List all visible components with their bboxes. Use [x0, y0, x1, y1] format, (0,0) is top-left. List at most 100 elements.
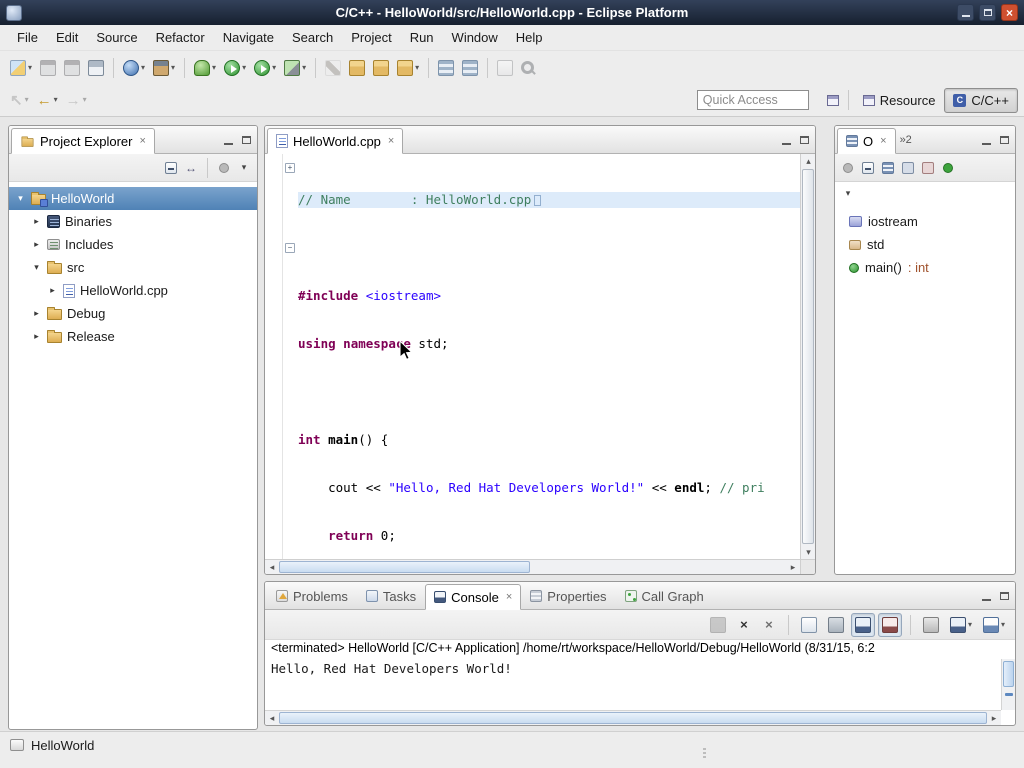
scroll-up-icon[interactable]: ▴: [801, 154, 816, 168]
menu-window[interactable]: Window: [443, 26, 507, 49]
scroll-lock-button[interactable]: [824, 613, 848, 637]
minimize-panel-button[interactable]: [977, 587, 995, 605]
save-all-button[interactable]: [60, 56, 84, 80]
minimize-panel-button[interactable]: [777, 131, 795, 149]
close-icon[interactable]: ×: [139, 136, 145, 147]
link-with-editor-button[interactable]: ↔: [182, 159, 200, 177]
code-line-6[interactable]: int main() {: [298, 432, 800, 448]
close-icon[interactable]: ×: [880, 136, 886, 147]
maximize-panel-button[interactable]: [995, 587, 1013, 605]
tab-problems[interactable]: Problems: [267, 583, 357, 609]
menu-refactor[interactable]: Refactor: [147, 26, 214, 49]
expander-icon[interactable]: ▸: [47, 285, 58, 296]
hide-fields-button[interactable]: [899, 159, 917, 177]
scrollbar-thumb[interactable]: [802, 169, 814, 544]
tab-console[interactable]: Console ×: [425, 584, 521, 610]
back-history-button[interactable]: ←▾: [33, 89, 62, 112]
outline-item-iostream[interactable]: iostream: [835, 210, 1015, 233]
maximize-panel-button[interactable]: [795, 131, 813, 149]
search-button[interactable]: [517, 57, 538, 78]
link-with-editor-button[interactable]: [493, 56, 517, 80]
expander-icon[interactable]: ▾: [31, 262, 42, 273]
minimize-panel-button[interactable]: [977, 131, 995, 149]
new-cpp-project-button[interactable]: ▾: [119, 56, 149, 80]
call-hierarchy-button[interactable]: [458, 56, 482, 80]
new-wizard-button[interactable]: ▾: [6, 56, 36, 80]
open-console-button[interactable]: ▾: [979, 613, 1009, 637]
code-line-4[interactable]: using namespace std;: [298, 336, 800, 352]
last-edit-location-button[interactable]: ↖▾: [6, 89, 33, 112]
menu-source[interactable]: Source: [87, 26, 146, 49]
menu-edit[interactable]: Edit: [47, 26, 87, 49]
expander-icon[interactable]: ▸: [31, 331, 42, 342]
scroll-down-icon[interactable]: ▾: [801, 545, 816, 559]
open-resource-button[interactable]: [369, 56, 393, 80]
code-line-2[interactable]: [298, 240, 800, 256]
hide-static-button[interactable]: [919, 159, 937, 177]
pin-console-button[interactable]: [919, 613, 943, 637]
editor-horizontal-scrollbar[interactable]: ◂ ▸: [265, 559, 800, 574]
tab-overflow-indicator[interactable]: »2: [896, 134, 916, 146]
code-line-5[interactable]: [298, 384, 800, 400]
code-line-8[interactable]: return 0;: [298, 528, 800, 544]
save-button[interactable]: [36, 56, 60, 80]
tab-outline[interactable]: O ×: [837, 128, 896, 154]
tab-helloworld-cpp[interactable]: HelloWorld.cpp ×: [267, 128, 403, 154]
menu-search[interactable]: Search: [283, 26, 342, 49]
menu-help[interactable]: Help: [507, 26, 552, 49]
external-tools-button[interactable]: ▾: [280, 56, 310, 80]
close-icon[interactable]: ×: [506, 592, 512, 603]
remove-launch-button[interactable]: ×: [733, 614, 755, 635]
maximize-panel-button[interactable]: [995, 131, 1013, 149]
tab-project-explorer[interactable]: Project Explorer ×: [11, 128, 155, 154]
open-type-button[interactable]: [345, 56, 369, 80]
clear-console-button[interactable]: [797, 613, 821, 637]
terminate-button[interactable]: [706, 613, 730, 637]
debug-button[interactable]: ▾: [190, 56, 220, 80]
close-icon[interactable]: ×: [388, 136, 394, 147]
tree-item-debug[interactable]: ▸ Debug: [9, 302, 257, 325]
view-menu-button[interactable]: ▾: [235, 159, 253, 177]
collapse-all-button[interactable]: [162, 159, 180, 177]
tab-properties[interactable]: Properties: [521, 583, 615, 609]
tree-item-src[interactable]: ▾ src: [9, 256, 257, 279]
new-file-button[interactable]: ▾: [393, 56, 423, 80]
tree-item-helloworld-cpp[interactable]: ▸ HelloWorld.cpp: [9, 279, 257, 302]
scrollbar-thumb[interactable]: [279, 712, 987, 724]
scroll-left-icon[interactable]: ◂: [265, 560, 279, 574]
maximize-panel-button[interactable]: [237, 131, 255, 149]
focus-button[interactable]: [839, 159, 857, 177]
scroll-right-icon[interactable]: ▸: [786, 560, 800, 574]
scrollbar-thumb[interactable]: [279, 561, 530, 573]
toggle-mark-occurrences-button[interactable]: [321, 56, 345, 80]
focus-button[interactable]: [215, 159, 233, 177]
type-hierarchy-button[interactable]: [434, 56, 458, 80]
tree-item-helloworld[interactable]: ▾ HelloWorld: [9, 187, 257, 210]
build-button[interactable]: ▾: [149, 56, 179, 80]
editor-vertical-scrollbar[interactable]: ▴ ▾: [800, 154, 815, 559]
expander-icon[interactable]: ▸: [31, 308, 42, 319]
show-on-stderr-button[interactable]: [878, 613, 902, 637]
menu-project[interactable]: Project: [342, 26, 400, 49]
sort-button[interactable]: [879, 159, 897, 177]
tree-item-includes[interactable]: ▸ Includes: [9, 233, 257, 256]
folded-region-box[interactable]: [534, 195, 541, 206]
run-button[interactable]: ▾: [220, 56, 250, 80]
code-line-3[interactable]: #include <iostream>: [298, 288, 800, 304]
console-vertical-scrollbar[interactable]: [1001, 659, 1015, 710]
console-horizontal-scrollbar[interactable]: ◂ ▸: [265, 710, 1001, 725]
expander-icon[interactable]: ▸: [31, 239, 42, 250]
scroll-left-icon[interactable]: ◂: [265, 711, 279, 725]
code-editor[interactable]: + − // Name : HelloWorld.cpp #include <i…: [265, 154, 800, 559]
window-minimize-button[interactable]: [957, 4, 974, 21]
outline-item-std[interactable]: std: [835, 233, 1015, 256]
view-menu-button[interactable]: ▾: [839, 184, 857, 202]
fold-collapsed-icon[interactable]: +: [285, 163, 295, 173]
menu-file[interactable]: File: [8, 26, 47, 49]
collapse-all-button[interactable]: [859, 159, 877, 177]
code-area[interactable]: // Name : HelloWorld.cpp #include <iostr…: [298, 160, 800, 559]
perspective-cpp-button[interactable]: C C/C++: [944, 88, 1018, 113]
scroll-right-icon[interactable]: ▸: [987, 711, 1001, 725]
profile-button[interactable]: ▾: [250, 56, 280, 80]
remove-all-launches-button[interactable]: ×: [758, 614, 780, 635]
